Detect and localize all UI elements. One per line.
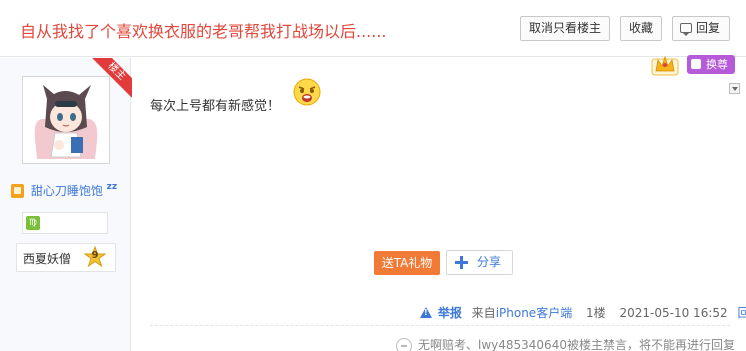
post-meta: 举报 来自iPhone客户端 1楼 2021-05-10 16:52 回复 [420,304,746,321]
send-gift-button[interactable]: 送TA礼物 [374,251,440,275]
favorite-button[interactable]: 收藏 [620,16,662,41]
notice-icon [396,337,412,351]
owner-ribbon-label: 楼主 [90,58,132,98]
vip-exchange-tag[interactable]: 换尊 [687,55,735,74]
post-reply-link[interactable]: 回复 [737,306,746,320]
post-divider [150,325,730,326]
thread-header: 自从我找了个喜欢换衣服的老哥帮我打战场以后...... 取消只看楼主 收藏 回复 [0,0,746,57]
thread-title: 自从我找了个喜欢换衣服的老哥帮我打战场以后...... [20,22,387,41]
floor-number: 1楼 [586,306,606,320]
author-name[interactable]: 甜心刀睡饱饱 [31,184,103,198]
post-content: 每次上号都有新感觉！ [150,99,281,114]
zodiac-icon: ♍ [26,216,40,230]
cancel-only-author-button[interactable]: 取消只看楼主 [520,16,610,41]
author-badge-icon [11,183,24,198]
source-client-link[interactable]: iPhone客户端 [496,306,573,320]
author-name-row: 甜心刀睡饱饱 zz [11,182,117,200]
reply-button[interactable]: 回复 [672,16,730,41]
share-plus-icon [455,256,468,269]
reply-icon [680,23,692,36]
report-icon [420,307,432,318]
vip-crown-icon [651,55,679,76]
level-badge[interactable]: 西夏妖僧 9 [16,243,116,272]
ban-notice-text: 无啊赔考、lwy485340640被楼主禁言，将不能再进行回复 [418,338,735,351]
sleep-zz-mark: zz [106,182,118,192]
zodiac-tag: ♍ [22,212,108,234]
post-datetime: 2021-05-10 16:52 [619,305,728,320]
ban-notice: 无啊赔考、lwy485340640被楼主禁言，将不能再进行回复 [396,336,735,351]
share-button[interactable]: 分享 [446,250,513,275]
level-name: 西夏妖僧 [23,252,72,266]
reply-button-label: 回复 [695,21,720,35]
scroll-arrow-icon[interactable] [729,83,740,94]
emoji-shock-icon [293,78,321,106]
source-prefix: 来自 [471,306,496,320]
owner-ribbon: 楼主 [90,58,132,100]
share-label: 分享 [477,255,502,269]
report-link[interactable]: 举报 [438,306,462,320]
author-column: 甜心刀睡饱饱 zz ♍ 西夏妖僧 9 [0,58,131,351]
level-number: 9 [91,250,99,261]
